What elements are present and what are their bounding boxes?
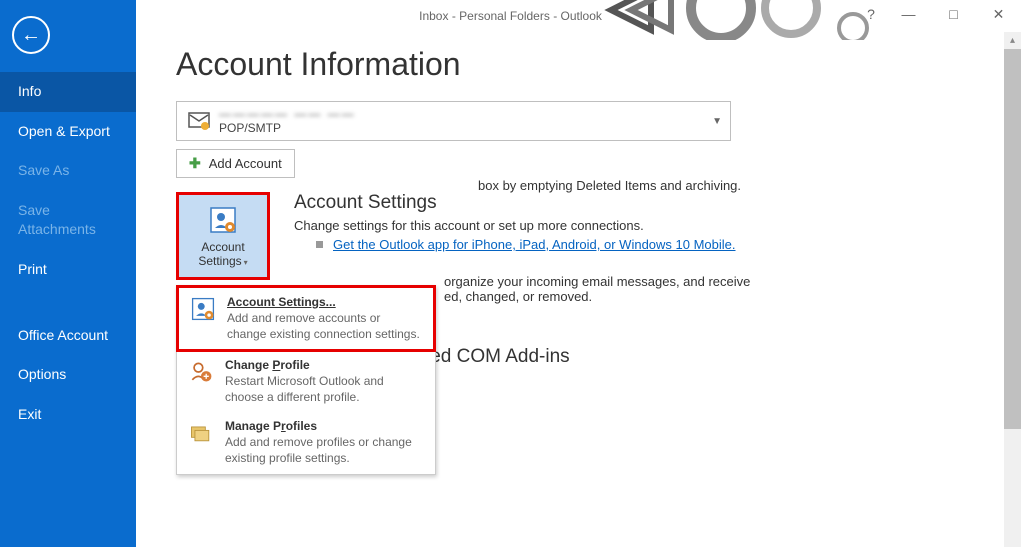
sidebar-item-save-attachments: Save Attachments (0, 191, 136, 250)
back-arrow-icon: ← (21, 24, 41, 47)
sidebar-item-office-account[interactable]: Office Account (0, 316, 136, 356)
close-button[interactable]: ✕ (976, 0, 1021, 28)
person-gear-icon (189, 295, 217, 323)
menu-item-desc: Add and remove accounts or change existi… (227, 311, 423, 342)
scroll-up-arrow[interactable]: ▴ (1004, 32, 1021, 49)
content-area: Account Information ————— —— —— POP/SMTP… (136, 32, 1021, 547)
account-selector[interactable]: ————— —— —— POP/SMTP ▼ (176, 101, 731, 141)
menu-item-desc: Add and remove profiles or change existi… (225, 435, 425, 466)
add-account-button[interactable]: ✚ Add Account (176, 149, 295, 178)
maximize-button[interactable]: □ (931, 0, 976, 28)
account-settings-desc: Change settings for this account or set … (294, 218, 981, 233)
sidebar-item-save-as: Save As (0, 151, 136, 191)
account-settings-heading: Account Settings (294, 192, 981, 214)
back-button[interactable]: ← (12, 16, 50, 54)
tile-label: Account Settings▾ (198, 240, 247, 269)
menu-item-change-profile[interactable]: Change Profile Restart Microsoft Outlook… (177, 351, 435, 412)
person-gear-icon (207, 204, 239, 236)
window-controls: ? — □ ✕ (856, 0, 1021, 28)
folders-icon (187, 419, 215, 447)
scroll-thumb[interactable] (1004, 49, 1021, 429)
bullet-icon (316, 241, 323, 248)
menu-item-title: Account Settings... (227, 295, 423, 309)
add-account-label: Add Account (209, 156, 282, 171)
minimize-button[interactable]: — (886, 0, 931, 28)
sidebar-item-open-export[interactable]: Open & Export (0, 112, 136, 152)
sidebar-item-options[interactable]: Options (0, 355, 136, 395)
menu-item-title: Manage Profiles (225, 419, 425, 433)
account-name: ————— —— —— (219, 107, 356, 121)
sidebar: ← Info Open & Export Save As Save Attach… (0, 0, 136, 547)
sidebar-item-info[interactable]: Info (0, 72, 136, 112)
menu-item-manage-profiles[interactable]: Manage Profiles Add and remove profiles … (177, 412, 435, 473)
help-button[interactable]: ? (856, 0, 886, 28)
sidebar-item-exit[interactable]: Exit (0, 395, 136, 435)
menu-item-account-settings[interactable]: Account Settings... Add and remove accou… (176, 285, 436, 352)
window-title: Inbox - Personal Folders - Outlook (419, 9, 602, 23)
account-settings-section: Account Settings▾ Account Settings Chang… (176, 192, 981, 280)
account-settings-menu: Account Settings... Add and remove accou… (176, 285, 436, 475)
mailbox-icon (185, 107, 213, 135)
account-settings-tile[interactable]: Account Settings▾ (176, 192, 270, 280)
menu-item-title: Change Profile (225, 358, 425, 372)
dropdown-caret-icon: ▼ (712, 116, 722, 127)
plus-icon: ✚ (189, 155, 201, 172)
account-protocol: POP/SMTP (219, 121, 356, 135)
rules-partial-text-2: ed, changed, or removed. (444, 289, 981, 304)
menu-item-desc: Restart Microsoft Outlook and choose a d… (225, 374, 425, 405)
titlebar: Inbox - Personal Folders - Outlook ? — □… (0, 0, 1021, 32)
sidebar-item-print[interactable]: Print (0, 250, 136, 290)
page-title: Account Information (176, 46, 981, 83)
get-outlook-app-link[interactable]: Get the Outlook app for iPhone, iPad, An… (333, 237, 736, 252)
profile-switch-icon (187, 358, 215, 386)
vertical-scrollbar[interactable]: ▴ (1004, 32, 1021, 547)
